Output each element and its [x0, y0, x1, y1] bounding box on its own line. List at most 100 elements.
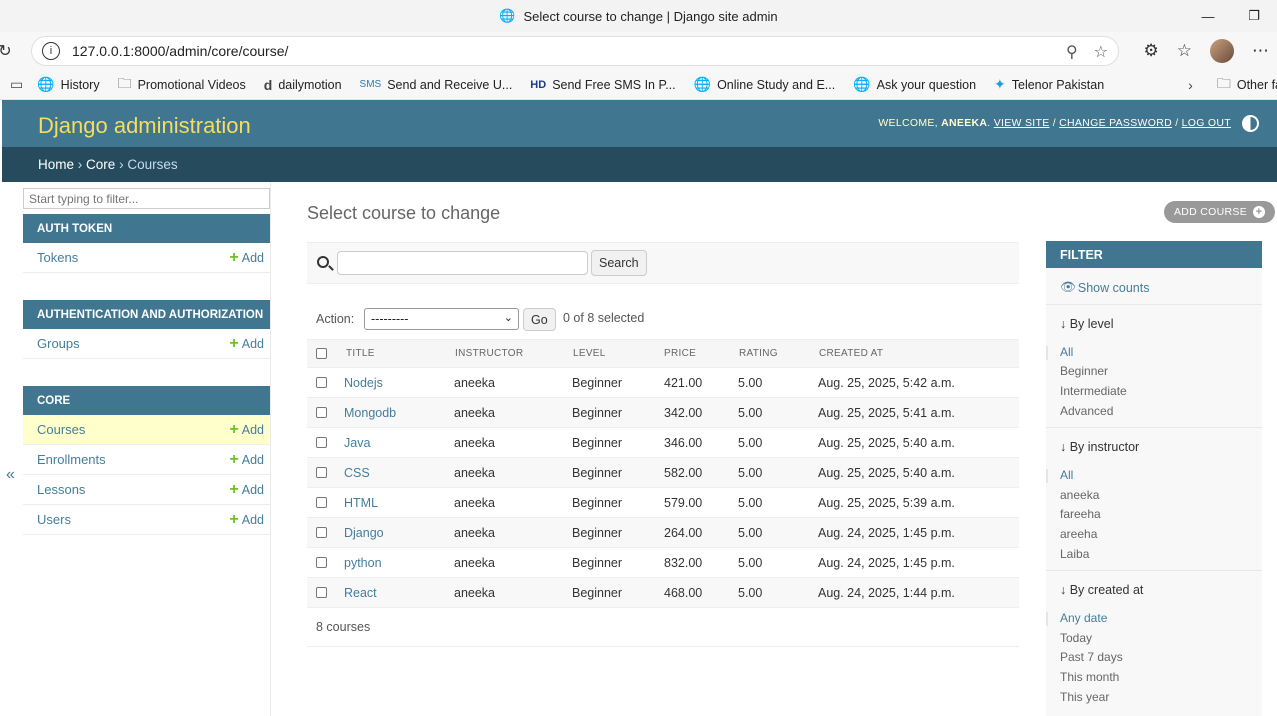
- filter-by-level-option[interactable]: Advanced: [1060, 404, 1113, 418]
- theme-toggle-icon[interactable]: [1242, 115, 1259, 132]
- add-link[interactable]: + Add: [229, 249, 264, 265]
- app-caption-auth[interactable]: Authentication and Authorization: [23, 300, 270, 329]
- col-created-at[interactable]: CREATED AT: [819, 340, 883, 367]
- cell-level: Beginner: [572, 555, 623, 570]
- app-caption-auth-token[interactable]: Auth Token: [23, 214, 270, 243]
- nav-filter-input[interactable]: [23, 188, 270, 209]
- show-counts-link[interactable]: 👁 Show counts: [1060, 280, 1149, 295]
- model-link[interactable]: Users: [37, 512, 71, 527]
- filter-by-created-at-option[interactable]: This year: [1060, 690, 1109, 704]
- course-link[interactable]: React: [344, 586, 377, 600]
- bookmark-ask-question[interactable]: 🌐 Ask your question: [853, 76, 976, 93]
- course-link[interactable]: python: [344, 556, 382, 570]
- search-button[interactable]: Search: [591, 250, 647, 276]
- filter-by-instructor-option[interactable]: All: [1060, 468, 1073, 482]
- view-site-link[interactable]: VIEW SITE: [994, 117, 1050, 129]
- filter-by-instructor-option[interactable]: Laiba: [1060, 547, 1089, 561]
- table-row: Django aneeka Beginner 264.00 5.00 Aug. 24, 2…: [307, 518, 1019, 548]
- breadcrumb-home[interactable]: Home: [38, 157, 74, 172]
- app-caption-core[interactable]: Core: [23, 386, 270, 415]
- filter-by-created-at-option[interactable]: Any date: [1060, 611, 1107, 625]
- log-out-link[interactable]: LOG OUT: [1182, 117, 1231, 129]
- row-checkbox[interactable]: [316, 518, 327, 547]
- bookmark-history[interactable]: 🌐 History: [37, 76, 99, 93]
- plus-icon: +: [229, 480, 239, 498]
- refresh-icon[interactable]: ↻: [0, 41, 20, 61]
- cell-rating: 5.00: [738, 435, 763, 450]
- reading-mode-icon[interactable]: ▭: [10, 76, 23, 93]
- favorite-star-icon[interactable]: ☆: [1094, 42, 1108, 62]
- col-instructor[interactable]: INSTRUCTOR: [455, 340, 523, 367]
- col-price[interactable]: PRICE: [664, 340, 696, 367]
- go-button[interactable]: Go: [523, 308, 556, 331]
- url-text[interactable]: 127.0.0.1:8000/admin/core/course/: [72, 43, 288, 59]
- course-link[interactable]: Mongodb: [344, 406, 396, 420]
- col-level[interactable]: LEVEL: [573, 340, 606, 367]
- row-checkbox[interactable]: [316, 428, 327, 457]
- cell-level: Beginner: [572, 435, 623, 450]
- bookmark-telenor[interactable]: ✦ Telenor Pakistan: [994, 76, 1104, 93]
- course-link[interactable]: Django: [344, 526, 384, 540]
- filter-by-level-option[interactable]: All: [1060, 345, 1073, 359]
- bookmark-free-sms[interactable]: HD Send Free SMS In P...: [530, 78, 675, 92]
- col-title[interactable]: TITLE: [346, 340, 375, 367]
- filter-by-instructor-option[interactable]: aneeka: [1060, 488, 1099, 502]
- bookmark-dailymotion[interactable]: d dailymotion: [264, 77, 342, 93]
- change-password-link[interactable]: CHANGE PASSWORD: [1059, 117, 1172, 129]
- filter-by-created-at-option[interactable]: This month: [1060, 670, 1119, 684]
- course-link[interactable]: HTML: [344, 496, 378, 510]
- breadcrumb-separator: ›: [119, 157, 124, 172]
- select-all-checkbox[interactable]: [316, 340, 327, 367]
- model-link[interactable]: Tokens: [37, 250, 78, 265]
- bookmark-promotional-videos[interactable]: 🗀 Promotional Videos: [118, 73, 246, 97]
- model-link[interactable]: Lessons: [37, 482, 85, 497]
- bookmark-other-favorites[interactable]: 🗀Other favo: [1217, 73, 1277, 97]
- extensions-icon[interactable]: ⚙: [1144, 41, 1159, 61]
- row-checkbox[interactable]: [316, 488, 327, 517]
- collapse-sidebar-icon[interactable]: «: [6, 466, 15, 484]
- search-input[interactable]: [337, 251, 588, 275]
- filter-by-created-at-option[interactable]: Past 7 days: [1060, 650, 1123, 664]
- action-select[interactable]: --------- ⌄: [364, 308, 519, 330]
- row-checkbox[interactable]: [316, 578, 327, 607]
- more-options-icon[interactable]: ⋯: [1252, 41, 1269, 61]
- row-checkbox[interactable]: [316, 398, 327, 427]
- site-brand[interactable]: Django administration: [38, 113, 251, 139]
- welcome-text: WELCOME,: [878, 117, 938, 129]
- zoom-icon[interactable]: ⚲: [1066, 42, 1078, 62]
- add-link[interactable]: + Add: [229, 480, 264, 498]
- filter-by-level-option[interactable]: Intermediate: [1060, 384, 1127, 398]
- cell-rating: 5.00: [738, 375, 763, 390]
- model-link[interactable]: Enrollments: [37, 452, 106, 467]
- model-link[interactable]: Courses: [37, 422, 85, 437]
- model-link[interactable]: Groups: [37, 336, 80, 351]
- row-checkbox[interactable]: [316, 458, 327, 487]
- restore-icon[interactable]: ❐: [1231, 0, 1277, 32]
- site-info-icon[interactable]: i: [42, 42, 60, 60]
- minimize-icon[interactable]: —: [1185, 0, 1231, 32]
- add-course-button[interactable]: ADD COURSE +: [1164, 201, 1276, 223]
- row-checkbox[interactable]: [316, 548, 327, 577]
- row-checkbox[interactable]: [316, 368, 327, 397]
- course-link[interactable]: CSS: [344, 466, 370, 480]
- col-rating[interactable]: RATING: [739, 340, 778, 367]
- filter-by-instructor-option[interactable]: fareeha: [1060, 507, 1101, 521]
- favorites-icon[interactable]: ☆: [1177, 41, 1192, 61]
- profile-avatar[interactable]: [1210, 39, 1234, 63]
- filter-by-level-option[interactable]: Beginner: [1060, 364, 1108, 378]
- action-label: Action:: [316, 312, 355, 326]
- add-link[interactable]: + Add: [229, 451, 264, 467]
- add-link[interactable]: + Add: [229, 421, 264, 437]
- bookmark-sms[interactable]: SMS Send and Receive U...: [360, 78, 513, 92]
- filter-by-created-at-option[interactable]: Today: [1060, 631, 1092, 645]
- chevron-right-icon[interactable]: ›: [1188, 77, 1193, 93]
- add-link[interactable]: + Add: [229, 335, 264, 351]
- cell-created-at: Aug. 25, 2025, 5:42 a.m.: [818, 375, 955, 390]
- url-field[interactable]: i 127.0.0.1:8000/admin/core/course/ ⚲ ☆: [31, 36, 1119, 66]
- add-link[interactable]: + Add: [229, 511, 264, 527]
- course-link[interactable]: Nodejs: [344, 376, 383, 390]
- breadcrumb-core[interactable]: Core: [86, 157, 115, 172]
- filter-by-instructor-option[interactable]: areeha: [1060, 527, 1097, 541]
- bookmark-online-study[interactable]: 🌐 Online Study and E...: [694, 76, 836, 93]
- course-link[interactable]: Java: [344, 436, 370, 450]
